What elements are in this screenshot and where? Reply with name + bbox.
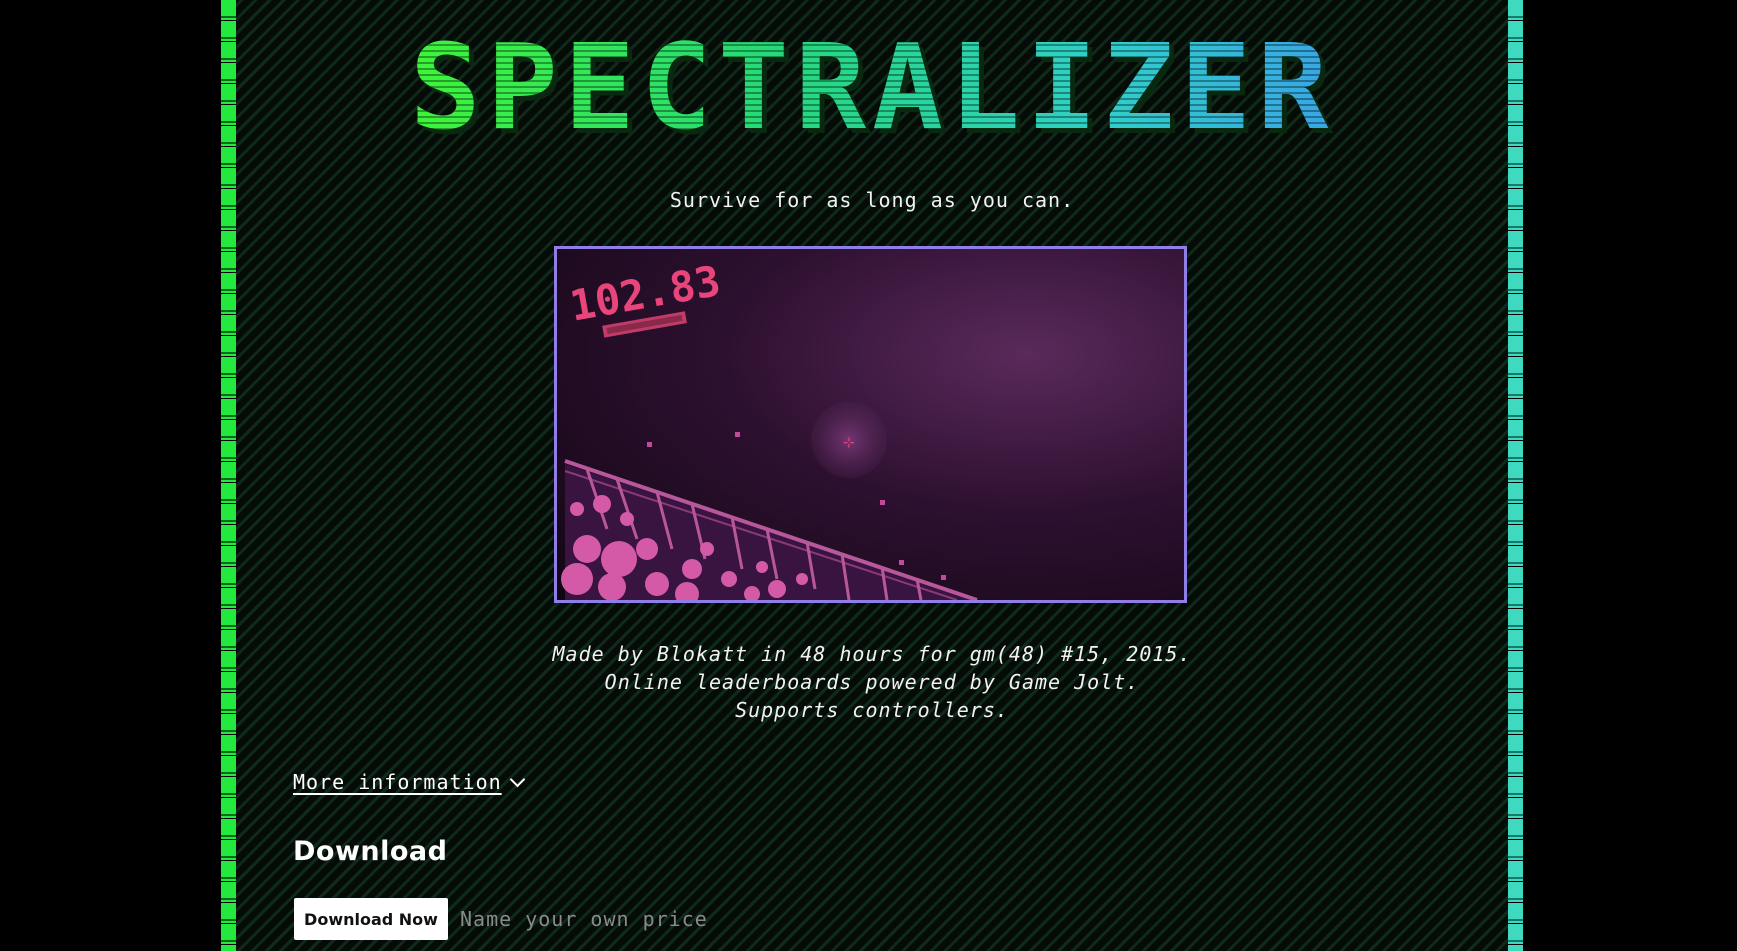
price-label: Name your own price — [460, 907, 708, 931]
screenshot-artwork: 102.83 ⊹ — [561, 256, 978, 600]
right-border-decoration — [1508, 0, 1523, 951]
ramp-structure — [561, 459, 978, 600]
description-line: Supports controllers. — [735, 698, 1009, 722]
left-border-decoration — [221, 0, 236, 951]
download-now-button[interactable]: Download Now — [294, 898, 448, 940]
download-heading: Download — [293, 836, 448, 867]
more-information-toggle[interactable]: More information — [293, 770, 525, 794]
tagline: Survive for as long as you can. — [669, 188, 1075, 212]
player-icon: ⊹ — [843, 435, 855, 451]
game-screenshot[interactable]: 102.83 ⊹ — [554, 246, 1187, 603]
description-line: Made by Blokatt in 48 hours for gm(48) #… — [552, 642, 1192, 666]
game-description: Made by Blokatt in 48 hours for gm(48) #… — [236, 640, 1508, 724]
title-banner: SPECTRALIZER — [236, 22, 1508, 152]
description-line: Online leaderboards powered by Game Jolt… — [604, 670, 1140, 694]
game-title: SPECTRALIZER — [409, 18, 1335, 156]
score-display: 102.83 — [566, 256, 724, 338]
more-information-label: More information — [293, 770, 502, 794]
chevron-down-icon — [509, 771, 525, 788]
